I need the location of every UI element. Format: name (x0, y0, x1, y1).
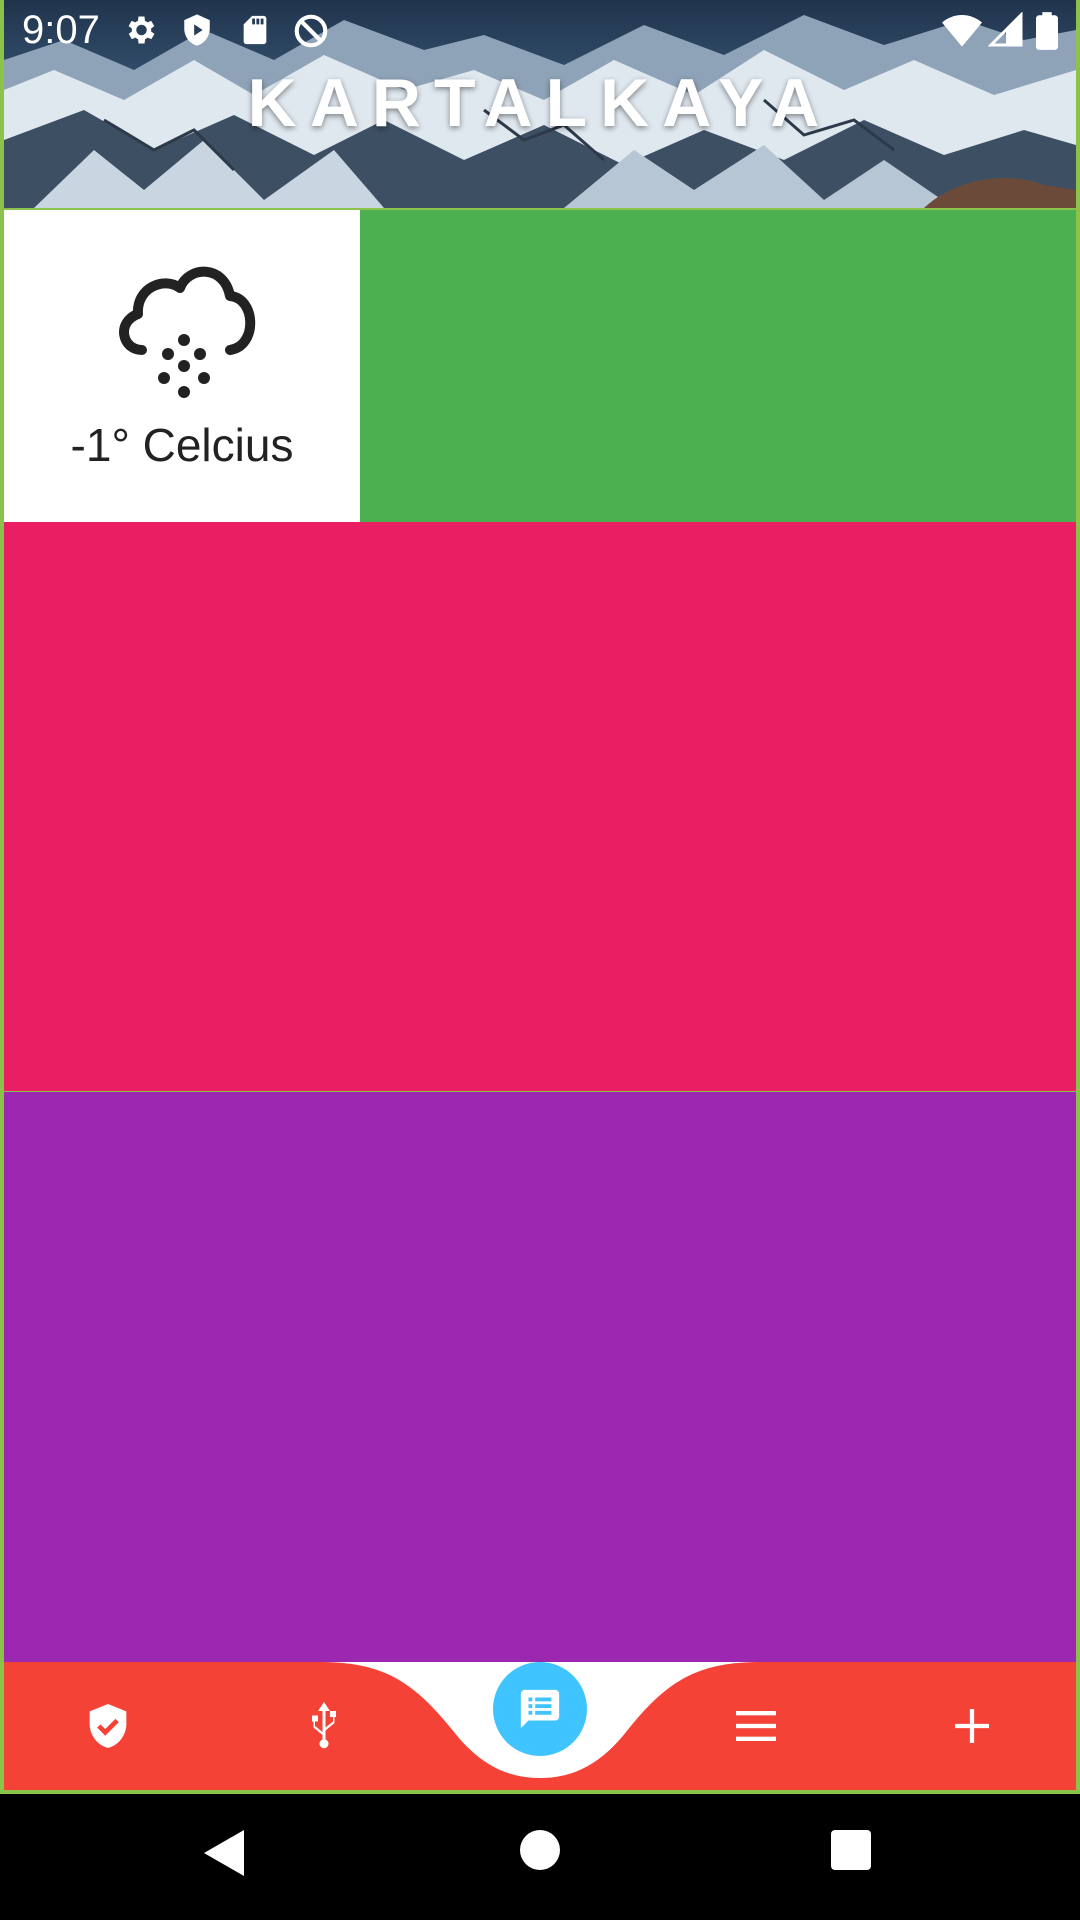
back-icon[interactable] (204, 1830, 244, 1876)
pink-tile[interactable] (4, 522, 1076, 1091)
bottom-navigation (4, 1662, 1076, 1790)
usb-icon (312, 1702, 336, 1749)
app-frame: KARTALKAYA 9:07 -1° Celcius (0, 0, 1080, 1794)
wifi-icon (942, 15, 982, 47)
recents-icon[interactable] (831, 1830, 871, 1870)
snow-cloud-icon (119, 266, 256, 398)
purple-tile[interactable] (4, 1092, 1076, 1662)
status-time: 9:07 (22, 8, 100, 52)
system-navigation-bar (0, 1794, 1080, 1920)
nav-shield-button[interactable] (78, 1696, 138, 1756)
weather-card[interactable]: -1° Celcius (4, 210, 360, 522)
message-list-icon (520, 1689, 560, 1729)
messages-fab[interactable] (493, 1662, 587, 1756)
menu-icon (736, 1711, 776, 1741)
battery-icon (1036, 12, 1058, 50)
page-title: KARTALKAYA (247, 65, 833, 141)
no-disturb-icon (294, 14, 328, 48)
signal-icon (988, 12, 1023, 47)
nav-usb-button[interactable] (294, 1696, 354, 1756)
play-store-icon (184, 14, 210, 46)
nav-menu-button[interactable] (726, 1696, 786, 1756)
status-bar: 9:07 (0, 0, 1080, 62)
shield-check-icon (89, 1704, 127, 1748)
add-icon (955, 1709, 989, 1743)
temperature-label: -1° Celcius (70, 419, 294, 471)
gear-icon (128, 16, 155, 44)
home-icon[interactable] (520, 1830, 560, 1870)
green-tile[interactable] (360, 210, 1076, 522)
sd-card-icon (243, 15, 267, 45)
nav-add-button[interactable] (942, 1696, 1002, 1756)
